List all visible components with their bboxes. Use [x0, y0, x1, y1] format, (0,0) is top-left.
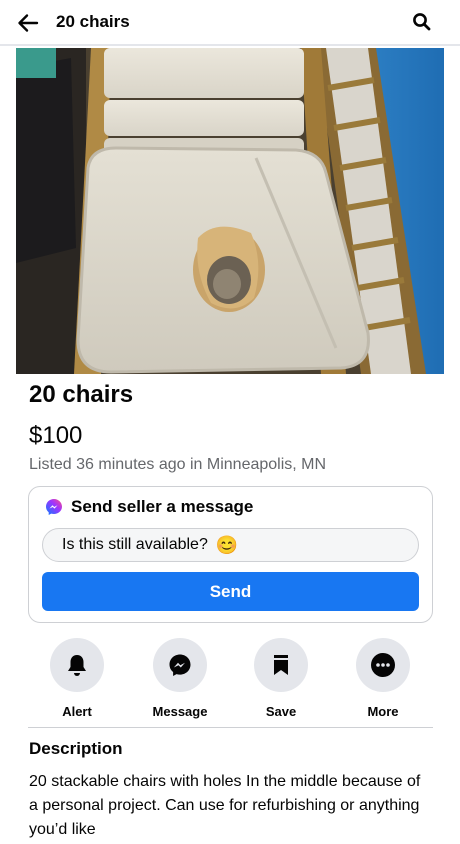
message-input[interactable]: Is this still available? 😊	[42, 528, 419, 562]
message-button-label: Message	[152, 704, 208, 719]
message-card-header: Send seller a message	[45, 497, 253, 517]
messenger-icon	[169, 654, 191, 676]
description-body: 20 stackable chairs with holes In the mi…	[29, 773, 421, 838]
listing-price: $100	[29, 422, 83, 449]
search-button[interactable]	[410, 10, 434, 34]
search-icon	[413, 13, 431, 31]
message-card: Send seller a message Is this still avai…	[28, 486, 433, 623]
save-button-circle	[254, 638, 308, 692]
message-button[interactable]: Message	[140, 638, 220, 719]
bell-icon	[68, 655, 86, 676]
listing-photo[interactable]	[16, 48, 444, 374]
message-card-heading: Send seller a message	[71, 497, 254, 516]
more-button[interactable]: More	[343, 638, 423, 719]
top-bar: 20 chairs	[0, 0, 460, 46]
send-button[interactable]: Send	[42, 572, 419, 611]
chair-photo-illustration	[16, 48, 444, 374]
arrow-left-icon	[18, 14, 39, 32]
bookmark-icon	[274, 655, 288, 675]
listing-meta: Listed 36 minutes ago in Minneapolis, MN	[29, 456, 327, 473]
alert-button-label: Alert	[62, 704, 92, 719]
smile-emoji-icon: 😊	[215, 535, 239, 555]
save-button-label: Save	[265, 704, 297, 719]
alert-button-circle	[50, 638, 104, 692]
alert-button[interactable]: Alert	[37, 638, 117, 719]
action-bar: Alert Message Save More	[0, 638, 460, 719]
more-button-circle	[356, 638, 410, 692]
listing-title: 20 chairs	[29, 381, 134, 408]
description-heading: Description	[29, 739, 123, 758]
more-icon	[371, 653, 395, 677]
page-title: 20 chairs	[56, 12, 130, 31]
section-divider	[28, 727, 433, 728]
messenger-icon	[46, 499, 62, 515]
back-button[interactable]	[14, 9, 42, 37]
more-button-label: More	[367, 704, 399, 719]
message-button-circle	[153, 638, 207, 692]
save-button[interactable]: Save	[241, 638, 321, 719]
message-input-text: Is this still available?	[62, 536, 208, 553]
